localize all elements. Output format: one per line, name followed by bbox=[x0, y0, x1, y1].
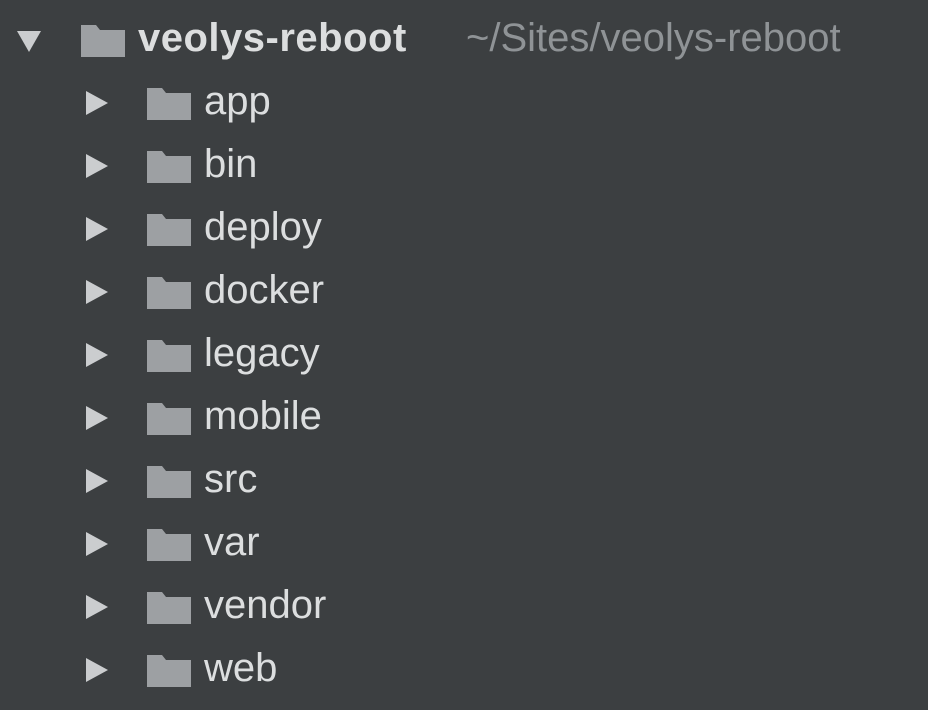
tree-item-label: app bbox=[204, 79, 271, 123]
tree-root-row[interactable]: veolys-reboot ~/Sites/veolys-reboot bbox=[0, 12, 928, 68]
tree-item-label: var bbox=[204, 520, 260, 564]
tree-item-label: deploy bbox=[204, 205, 322, 249]
folder-icon bbox=[146, 337, 192, 373]
tree-item[interactable]: app bbox=[0, 75, 928, 131]
expand-arrow-icon[interactable] bbox=[86, 343, 108, 367]
expand-arrow-icon[interactable] bbox=[86, 154, 108, 178]
tree-item[interactable]: web bbox=[0, 642, 928, 698]
tree-item-label: web bbox=[204, 646, 278, 690]
tree-item-label: legacy bbox=[204, 331, 320, 375]
folder-icon bbox=[146, 274, 192, 310]
tree-item[interactable]: bin bbox=[0, 138, 928, 194]
expand-arrow-icon[interactable] bbox=[86, 532, 108, 556]
tree-item-label: mobile bbox=[204, 394, 322, 438]
tree-item-label: docker bbox=[204, 268, 325, 312]
expand-arrow-icon[interactable] bbox=[86, 91, 108, 115]
folder-icon bbox=[146, 463, 192, 499]
tree-item[interactable]: var bbox=[0, 516, 928, 572]
folder-icon bbox=[80, 22, 126, 58]
expand-arrow-icon[interactable] bbox=[86, 280, 108, 304]
folder-icon bbox=[146, 652, 192, 688]
tree-item-label: bin bbox=[204, 142, 258, 186]
tree-item[interactable]: mobile bbox=[0, 390, 928, 446]
tree-item[interactable]: legacy bbox=[0, 327, 928, 383]
tree-item[interactable]: docker bbox=[0, 264, 928, 320]
folder-icon bbox=[146, 148, 192, 184]
folder-icon bbox=[146, 85, 192, 121]
expand-arrow-icon[interactable] bbox=[86, 406, 108, 430]
tree-item[interactable]: vendor bbox=[0, 579, 928, 635]
tree-item[interactable]: deploy bbox=[0, 201, 928, 257]
expand-arrow-icon[interactable] bbox=[86, 658, 108, 682]
tree-item[interactable]: src bbox=[0, 453, 928, 509]
project-tree: veolys-reboot ~/Sites/veolys-reboot app … bbox=[0, 0, 928, 710]
tree-item-label: vendor bbox=[204, 583, 327, 627]
folder-icon bbox=[146, 589, 192, 625]
project-path: ~/Sites/veolys-reboot bbox=[466, 16, 841, 60]
expand-arrow-icon[interactable] bbox=[86, 217, 108, 241]
folder-icon bbox=[146, 400, 192, 436]
collapse-arrow-icon[interactable] bbox=[17, 31, 41, 52]
tree-item-label: src bbox=[204, 457, 258, 501]
expand-arrow-icon[interactable] bbox=[86, 469, 108, 493]
folder-icon bbox=[146, 526, 192, 562]
project-name: veolys-reboot bbox=[138, 16, 407, 60]
expand-arrow-icon[interactable] bbox=[86, 595, 108, 619]
folder-icon bbox=[146, 211, 192, 247]
